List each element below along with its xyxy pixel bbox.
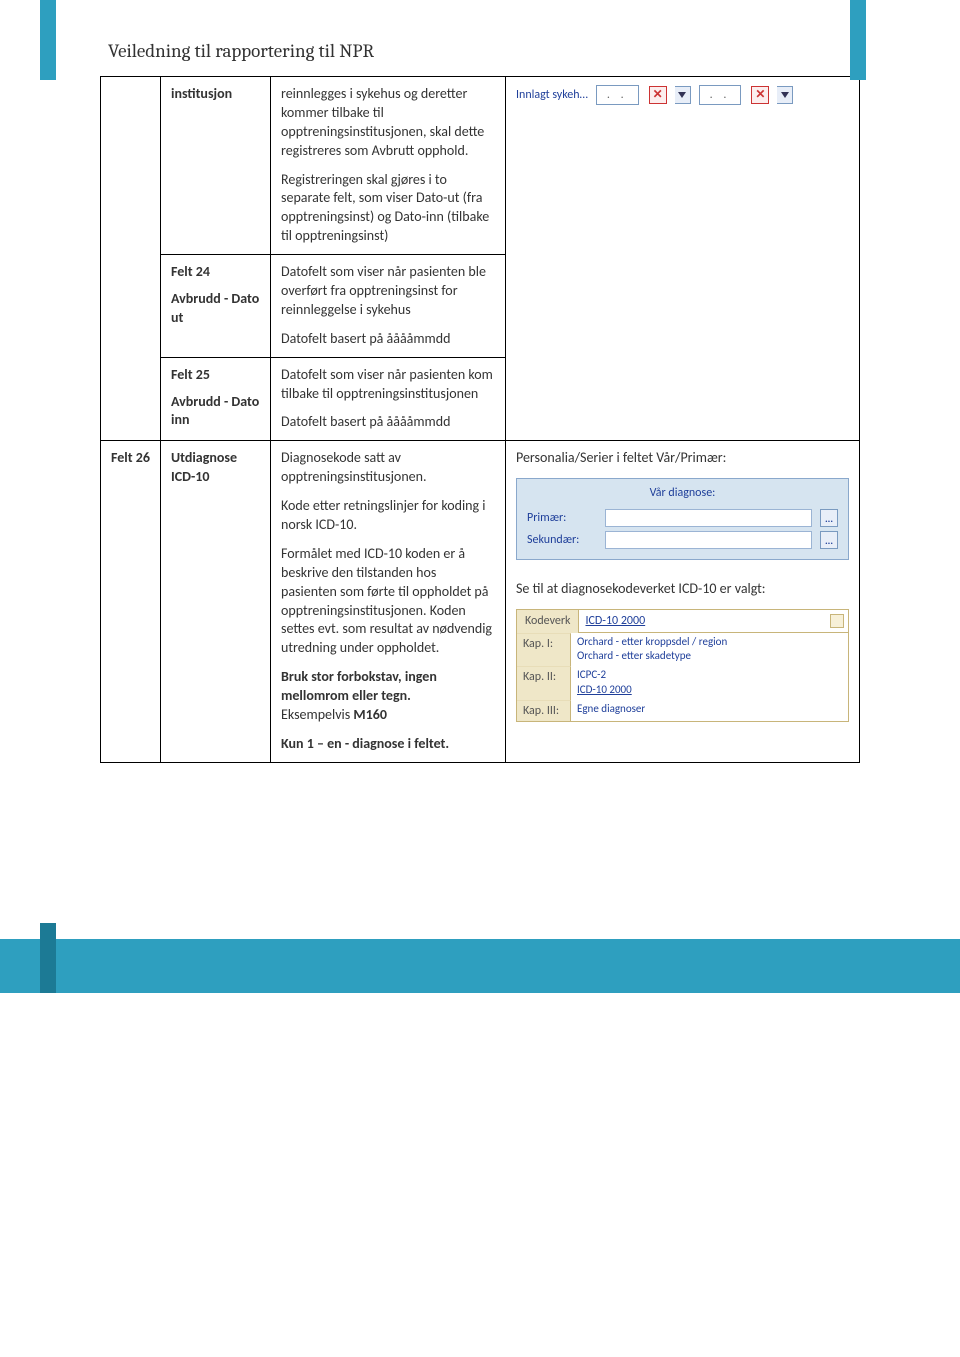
codework-header: Kodeverk ICD-10 2000 [517,610,848,632]
table-row: institusjon reinnlegges i sykehus og der… [101,77,860,255]
ellipsis-button[interactable]: ... [820,509,838,527]
cell-field-name: Felt 24 Avbrudd - Dato ut [161,255,271,358]
field-name-line1: Felt 25 [171,366,260,385]
desc-paragraph: Kun 1 – en - diagnose i feltet. [281,735,495,754]
field-name-text: Utdiagnose ICD-10 [171,449,237,485]
desc-bold: Bruk stor forbokstav, ingen mellomrom el… [281,668,437,704]
diagnosis-row-secondary: Sekundær: ... [517,529,848,551]
option-text[interactable]: ICPC-2 [577,668,842,683]
codework-label: Kodeverk [517,610,579,632]
desc-paragraph: Formålet med ICD-10 koden er å beskrive … [281,545,495,658]
field-name-line2: Avbrudd - Dato ut [171,290,260,328]
kap-label: Kap. II: [517,666,571,700]
kap-options: ICPC-2 ICD-10 2000 [571,666,848,700]
cell-screenshot: Personalia/Serier i feltet Vår/Primær: V… [506,441,860,762]
dropdown-icon[interactable] [777,86,793,104]
diagnosis-panel: Vår diagnose: Primær: ... Sekundær: ... [516,478,849,560]
footer-accent [40,923,56,993]
kap-label: Kap. I: [517,633,571,667]
desc-paragraph: Kode etter retningslinjer for koding i n… [281,497,495,535]
cell-field-desc: Datofelt som viser når pasienten kom til… [271,357,506,441]
codework-select[interactable]: ICD-10 2000 [579,610,848,632]
page-footer [0,923,960,993]
page-header: Veiledning til rapportering til NPR [0,0,960,76]
desc-bold: M160 [353,706,387,723]
desc-paragraph: reinnlegges i sykehus og deretter kommer… [281,85,495,161]
desc-text: Eksempelvis [281,706,353,723]
field-index-text: Felt 26 [111,449,150,466]
desc-bold: Kun 1 – en - diagnose i feltet. [281,735,449,752]
clear-icon[interactable]: ✕ [751,86,769,104]
page-title: Veiledning til rapportering til NPR [108,40,960,62]
desc-paragraph: Bruk stor forbokstav, ingen mellomrom el… [281,668,495,725]
date-widget-row: Innlagt sykeh… . . ✕ . . ✕ [516,85,849,105]
screenshot-caption: Se til at diagnosekodeverket ICD-10 er v… [516,580,849,599]
date-placeholder: . . [597,87,638,103]
cell-field-desc: Diagnosekode satt av opptreningsinstitus… [271,441,506,762]
option-text[interactable]: Egne diagnoser [577,702,842,717]
codework-panel: Kodeverk ICD-10 2000 Kap. I: Orchard - e… [516,609,849,722]
desc-paragraph: Diagnosekode satt av opptreningsinstitus… [281,449,495,487]
date-placeholder: . . [700,87,741,103]
date-input-2[interactable]: . . [699,85,742,105]
secondary-input[interactable] [605,531,812,549]
table-row: Felt 26 Utdiagnose ICD-10 Diagnosekode s… [101,441,860,762]
cell-field-desc: reinnlegges i sykehus og deretter kommer… [271,77,506,255]
cell-field-desc: Datofelt som viser når pasienten ble ove… [271,255,506,358]
codework-row: Kap. III: Egne diagnoser [517,700,848,721]
cell-field-name: institusjon [161,77,271,255]
ellipsis-button[interactable]: ... [820,531,838,549]
header-accent-right [850,0,866,80]
dropdown-icon[interactable] [675,86,691,104]
codework-row: Kap. II: ICPC-2 ICD-10 2000 [517,666,848,700]
desc-paragraph: Datofelt basert på ååååmmdd [281,330,495,349]
option-text[interactable]: Orchard - etter kroppsdel / region [577,635,842,650]
kap-label: Kap. III: [517,700,571,721]
cell-field-name: Utdiagnose ICD-10 [161,441,271,762]
option-text[interactable]: Orchard - etter skadetype [577,649,842,664]
primary-label: Primær: [527,510,597,526]
kap-options: Orchard - etter kroppsdel / region Orcha… [571,633,848,667]
cell-index: Felt 26 [101,441,161,762]
cell-field-name: Felt 25 Avbrudd - Dato inn [161,357,271,441]
field-name-line2: Avbrudd - Dato inn [171,393,260,431]
codework-row: Kap. I: Orchard - etter kroppsdel / regi… [517,633,848,667]
widget-label: Innlagt sykeh… [516,87,588,103]
primary-input[interactable] [605,509,812,527]
desc-paragraph: Datofelt som viser når pasienten kom til… [281,366,495,404]
cell-index-empty [101,77,161,441]
main-content: institusjon reinnlegges i sykehus og der… [0,76,960,783]
field-name-text: institusjon [171,85,232,102]
desc-paragraph: Datofelt som viser når pasienten ble ove… [281,263,495,320]
codework-selected-value: ICD-10 2000 [579,613,651,629]
clear-icon[interactable]: ✕ [649,86,667,104]
desc-paragraph: Datofelt basert på ååååmmdd [281,413,495,432]
header-accent-left [40,0,56,80]
screenshot-caption: Personalia/Serier i feltet Vår/Primær: [516,449,849,468]
diagnosis-row-primary: Primær: ... [517,507,848,529]
field-name-line1: Felt 24 [171,263,260,282]
kap-options: Egne diagnoser [571,700,848,721]
secondary-label: Sekundær: [527,532,597,548]
cell-screenshot: Innlagt sykeh… . . ✕ . . ✕ [506,77,860,441]
dropdown-icon[interactable] [830,614,844,628]
field-table: institusjon reinnlegges i sykehus og der… [100,76,860,763]
option-text-selected[interactable]: ICD-10 2000 [577,683,842,698]
desc-paragraph: Registreringen skal gjøres i to separate… [281,171,495,247]
date-input-1[interactable]: . . [596,85,639,105]
footer-bar [0,939,960,993]
diagnosis-title: Vår diagnose: [517,483,848,507]
